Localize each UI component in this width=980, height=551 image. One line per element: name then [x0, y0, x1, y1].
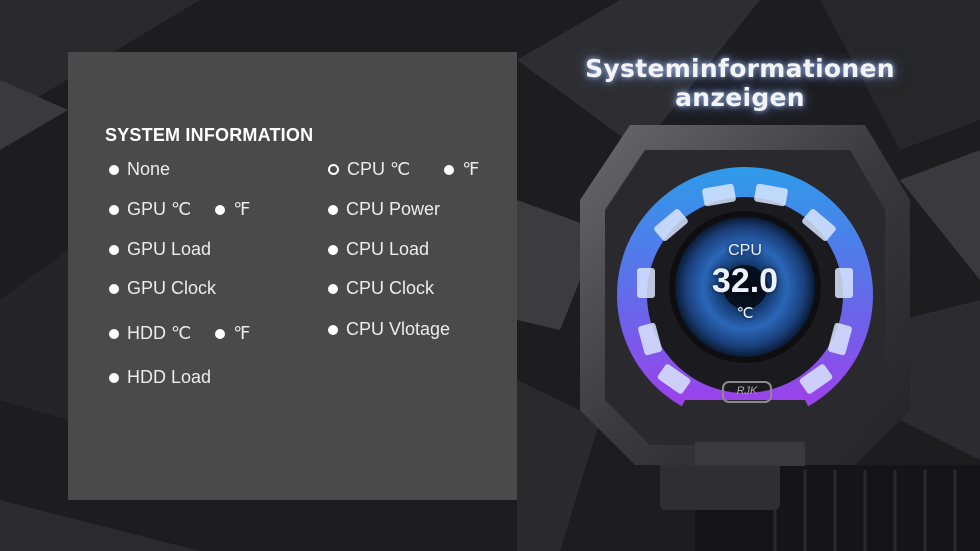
radio-dot-icon: [109, 164, 119, 175]
option-gpu-fahrenheit[interactable]: ℉: [215, 199, 250, 220]
display-value: 32.0: [711, 262, 779, 300]
option-cpu-voltage[interactable]: CPU Vlotage: [328, 319, 450, 340]
option-gpu-clock[interactable]: GPU Clock: [109, 278, 216, 299]
option-cpu-clock[interactable]: CPU Clock: [328, 278, 434, 299]
panel-title: SYSTEM INFORMATION: [105, 125, 314, 145]
radio-dot-icon: [444, 164, 455, 175]
radio-dot-icon: [109, 372, 119, 383]
option-label: CPU Clock: [346, 278, 435, 298]
radio-dot-icon: [109, 283, 119, 294]
option-cpu-power[interactable]: CPU Power: [328, 199, 440, 220]
option-label: CPU Vlotage: [346, 319, 451, 339]
unit-label: ℉: [233, 323, 251, 343]
radio-selected-icon: [328, 164, 339, 175]
radio-dot-icon: [109, 204, 119, 215]
headline-title: Systeminformationen anzeigen: [585, 54, 895, 112]
option-label: CPU Power: [346, 199, 441, 219]
radio-dot-icon: [328, 204, 338, 215]
option-cpu-fahrenheit[interactable]: ℉: [444, 159, 479, 180]
radio-dot-icon: [109, 244, 119, 255]
option-none[interactable]: None: [109, 159, 170, 180]
brand-logo: RJK: [736, 385, 758, 397]
option-hdd-fahrenheit[interactable]: ℉: [215, 323, 250, 344]
option-hdd-load[interactable]: HDD Load: [109, 367, 211, 388]
radio-dot-icon: [215, 328, 226, 339]
option-label: HDD ℃: [127, 323, 192, 343]
option-cpu-temp[interactable]: CPU ℃ ℉: [328, 159, 479, 180]
option-label: GPU Clock: [127, 278, 217, 298]
display-label: CPU: [728, 242, 762, 259]
unit-label: ℉: [462, 159, 480, 179]
option-hdd-temp[interactable]: HDD ℃ ℉: [109, 323, 250, 344]
radio-dot-icon: [215, 204, 226, 215]
unit-label: ℉: [233, 199, 251, 219]
display-unit: ℃: [736, 305, 754, 322]
radio-dot-icon: [328, 283, 338, 294]
option-label: CPU Load: [346, 239, 430, 259]
option-label: HDD Load: [127, 367, 212, 387]
option-label: CPU ℃: [347, 159, 411, 179]
system-information-panel: SYSTEM INFORMATION None GPU ℃ ℉ GPU Load…: [68, 52, 517, 500]
option-cpu-load[interactable]: CPU Load: [328, 239, 429, 260]
option-label: GPU ℃: [127, 199, 192, 219]
radio-dot-icon: [328, 324, 338, 335]
radio-dot-icon: [109, 328, 119, 339]
radio-dot-icon: [328, 244, 338, 255]
option-label: None: [127, 159, 171, 179]
option-gpu-load[interactable]: GPU Load: [109, 239, 211, 260]
pump-head-illustration: [580, 125, 980, 551]
option-label: GPU Load: [127, 239, 212, 259]
option-gpu-temp[interactable]: GPU ℃ ℉: [109, 199, 250, 220]
